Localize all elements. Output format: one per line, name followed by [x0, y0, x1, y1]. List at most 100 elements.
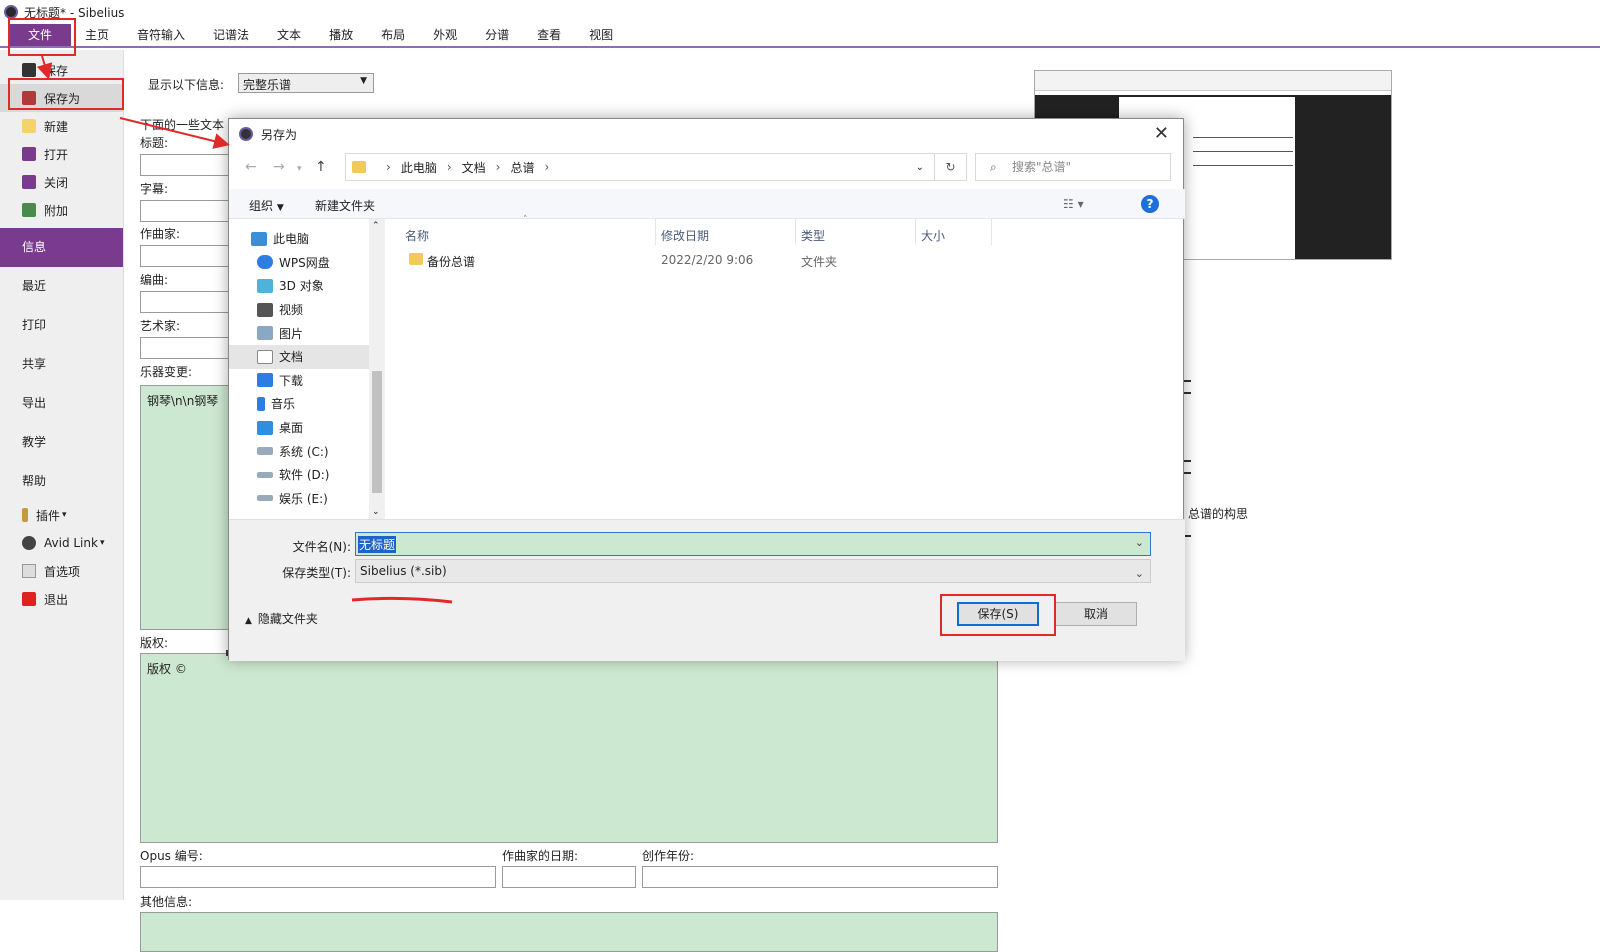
- exit-icon: [22, 592, 36, 606]
- cancel-button[interactable]: 取消: [1055, 602, 1137, 626]
- download-icon: [257, 373, 273, 388]
- artist-field[interactable]: [140, 337, 230, 359]
- folder-icon: [352, 161, 366, 173]
- nav-pictures[interactable]: 图片: [229, 321, 385, 345]
- chevron-down-icon[interactable]: ⌄: [1135, 536, 1144, 549]
- subtitle-label: 字幕:: [140, 182, 169, 196]
- title-field[interactable]: [140, 154, 230, 176]
- back-arrow-icon[interactable]: ←: [245, 159, 257, 175]
- nav-desktop[interactable]: 桌面: [229, 416, 385, 440]
- menu-avid-link[interactable]: Avid Link ▾: [0, 529, 123, 557]
- tab-parts[interactable]: 分谱: [471, 24, 523, 46]
- tab-appearance[interactable]: 外观: [419, 24, 471, 46]
- tab-play[interactable]: 播放: [315, 24, 367, 46]
- composer-field[interactable]: [140, 245, 230, 267]
- ribbon-tabs: 文件 主页 音符输入 记谱法 文本 播放 布局 外观 分谱 查看 视图: [0, 24, 1600, 48]
- nav-3d-objects[interactable]: 3D 对象: [229, 274, 385, 298]
- sort-ascending-icon: ˄: [523, 215, 528, 225]
- menu-open[interactable]: 打开: [0, 140, 123, 168]
- chevron-right-icon: ›: [544, 160, 550, 174]
- nav-drive-d[interactable]: 软件 (D:): [229, 463, 385, 487]
- search-input[interactable]: ⌕ 搜索"总谱": [975, 153, 1171, 181]
- filename-value: 无标题: [358, 536, 397, 553]
- section-print[interactable]: 打印: [0, 306, 123, 345]
- menu-plugins[interactable]: 插件 ▾: [0, 501, 123, 529]
- year-field[interactable]: [642, 866, 998, 888]
- tab-file[interactable]: 文件: [9, 24, 71, 46]
- address-bar[interactable]: › 此电脑 › 文档 › 总谱 › ⌄: [345, 153, 935, 181]
- instrument-changes-field[interactable]: 钢琴\n\n钢琴: [140, 385, 230, 630]
- menu-exit[interactable]: 退出: [0, 585, 123, 613]
- show-info-label: 显示以下信息:: [148, 78, 225, 92]
- column-modified[interactable]: 修改日期: [661, 227, 709, 244]
- composer-date-field[interactable]: [502, 866, 636, 888]
- drive-icon: [257, 495, 273, 502]
- nav-drive-c[interactable]: 系统 (C:): [229, 439, 385, 463]
- breadcrumb-this-pc[interactable]: 此电脑: [401, 159, 437, 176]
- organize-button[interactable]: 组织 ▼: [249, 197, 284, 214]
- menu-append[interactable]: 附加: [0, 196, 123, 224]
- breadcrumb-scores[interactable]: 总谱: [510, 159, 534, 176]
- section-teaching[interactable]: 教学: [0, 423, 123, 462]
- tab-notations[interactable]: 记谱法: [199, 24, 263, 46]
- scrollbar-thumb[interactable]: [372, 371, 382, 493]
- computer-icon: [251, 231, 267, 246]
- forward-arrow-icon[interactable]: →: [273, 159, 285, 175]
- menu-preferences[interactable]: 首选项: [0, 557, 123, 585]
- chevron-down-icon[interactable]: ⌄: [916, 162, 924, 173]
- nav-drive-e[interactable]: 娱乐 (E:): [229, 487, 385, 511]
- filename-input[interactable]: 无标题 ⌄: [355, 532, 1151, 556]
- 3d-objects-icon: [257, 278, 273, 293]
- tab-view[interactable]: 视图: [575, 24, 627, 46]
- column-type[interactable]: 类型: [801, 227, 825, 244]
- file-row[interactable]: 备份总谱 2022/2/20 9:06 文件夹: [387, 251, 1185, 273]
- arranger-field[interactable]: [140, 291, 230, 313]
- artist-label: 艺术家:: [140, 319, 181, 333]
- nav-wps-cloud[interactable]: WPS网盘: [229, 251, 385, 275]
- composer-label: 作曲家:: [140, 227, 181, 241]
- section-info[interactable]: 信息: [0, 228, 123, 267]
- scroll-down-icon[interactable]: ⌄: [372, 507, 380, 517]
- subtitle-field[interactable]: [140, 200, 230, 222]
- nav-this-pc[interactable]: 此电脑: [229, 227, 385, 251]
- hide-folders-toggle[interactable]: ▲ 隐藏文件夹: [245, 610, 318, 627]
- copyright-field[interactable]: 版权 ©: [140, 653, 998, 843]
- tab-review[interactable]: 查看: [523, 24, 575, 46]
- side-text: 总谱的构思: [1188, 507, 1249, 521]
- copyright-label: 版权:: [140, 636, 169, 650]
- filetype-select[interactable]: Sibelius (*.sib) ⌄: [355, 559, 1151, 583]
- show-info-select[interactable]: 完整乐谱 ▼: [238, 73, 374, 93]
- menu-save-as[interactable]: 保存为: [0, 84, 123, 112]
- nav-music[interactable]: 音乐: [229, 392, 385, 416]
- tab-layout[interactable]: 布局: [367, 24, 419, 46]
- up-arrow-icon[interactable]: ↑: [315, 159, 327, 175]
- breadcrumb-documents[interactable]: 文档: [462, 159, 486, 176]
- section-export[interactable]: 导出: [0, 384, 123, 423]
- nav-videos[interactable]: 视频: [229, 298, 385, 322]
- section-share[interactable]: 共享: [0, 345, 123, 384]
- new-folder-button[interactable]: 新建文件夹: [315, 197, 375, 214]
- column-separator: [991, 219, 992, 245]
- other-info-field[interactable]: [140, 912, 998, 952]
- save-button[interactable]: 保存(S): [957, 602, 1039, 626]
- refresh-button[interactable]: ↻: [935, 153, 967, 181]
- section-recent[interactable]: 最近: [0, 267, 123, 306]
- tab-note-input[interactable]: 音符输入: [123, 24, 199, 46]
- recent-chevron-icon[interactable]: ▾: [297, 164, 302, 174]
- menu-new[interactable]: 新建: [0, 112, 123, 140]
- column-name[interactable]: 名称: [405, 227, 429, 244]
- tab-text[interactable]: 文本: [263, 24, 315, 46]
- tab-home[interactable]: 主页: [71, 24, 123, 46]
- nav-documents[interactable]: 文档: [229, 344, 385, 369]
- menu-save[interactable]: 保存: [0, 56, 123, 84]
- opus-field[interactable]: [140, 866, 496, 888]
- close-icon[interactable]: ✕: [1154, 125, 1169, 143]
- section-help[interactable]: 帮助: [0, 462, 123, 501]
- nav-downloads[interactable]: 下载: [229, 369, 385, 393]
- help-icon[interactable]: ?: [1141, 195, 1159, 213]
- scroll-up-icon[interactable]: ⌃: [372, 221, 380, 231]
- nav-scrollbar[interactable]: ⌃ ⌄: [369, 219, 385, 519]
- column-size[interactable]: 大小: [921, 227, 945, 244]
- view-options-icon[interactable]: ☷ ▾: [1063, 197, 1084, 211]
- menu-close[interactable]: 关闭: [0, 168, 123, 196]
